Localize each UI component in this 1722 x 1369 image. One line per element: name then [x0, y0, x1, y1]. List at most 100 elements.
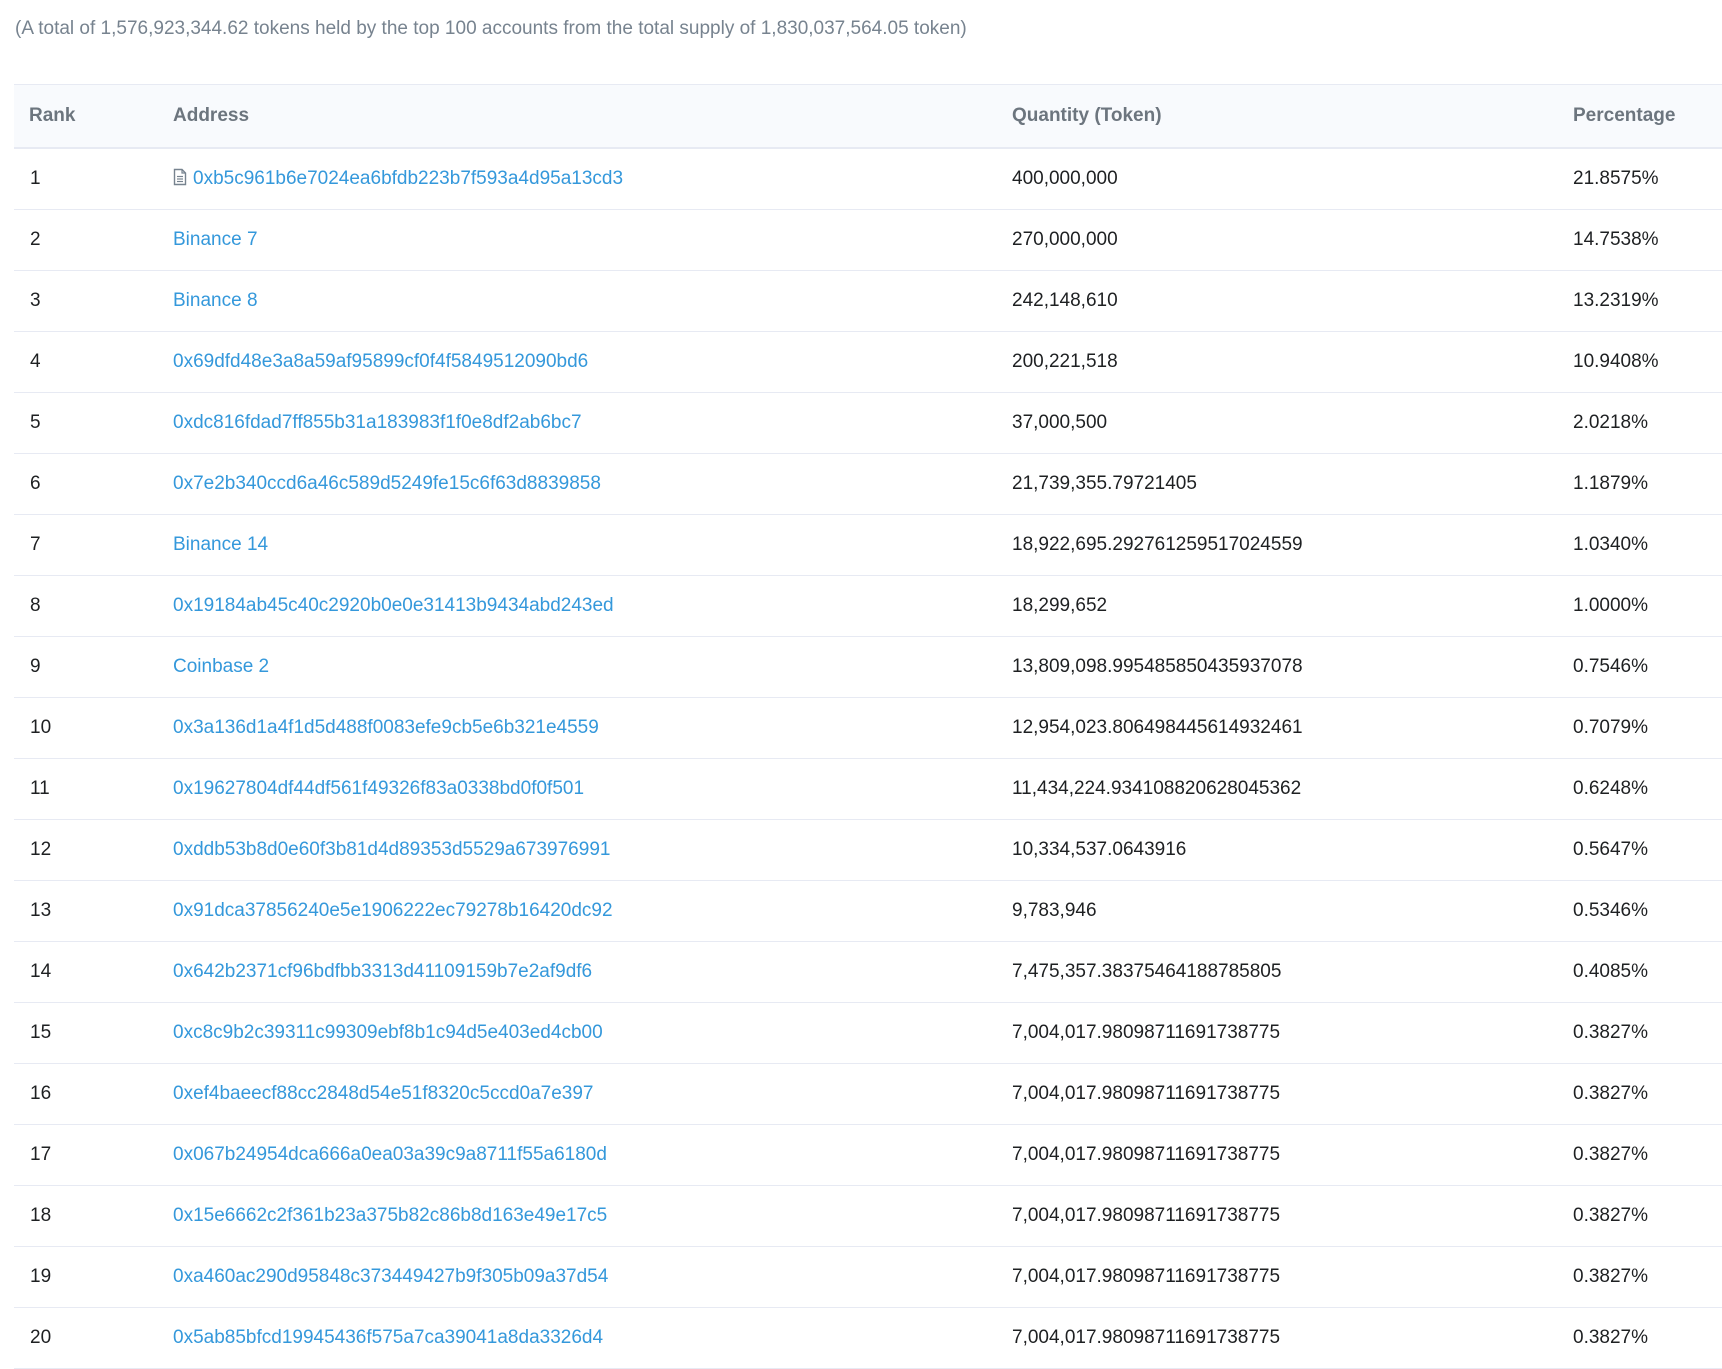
table-header-row: Rank Address Quantity (Token) Percentage: [14, 84, 1722, 148]
address-cell: 0xef4baeecf88cc2848d54e51f8320c5ccd0a7e3…: [173, 1064, 1012, 1125]
address-cell: 0x642b2371cf96bdfbb3313d41109159b7e2af9d…: [173, 942, 1012, 1003]
table-row: 20 0x5ab85bfcd19945436f575a7ca39041a8da33…: [14, 1308, 1722, 1369]
address-link[interactable]: Coinbase 2: [173, 656, 269, 677]
percentage-cell: 0.3827%: [1573, 1083, 1649, 1104]
contract-file-icon: [173, 168, 187, 186]
percentage-cell: 1.0000%: [1573, 595, 1649, 616]
address-link[interactable]: 0x7e2b340ccd6a46c589d5249fe15c6f63d88398…: [173, 473, 601, 494]
percentage-cell: 0.7079%: [1573, 717, 1649, 738]
table-row: 10 0x3a136d1a4f1d5d488f0083efe9cb5e6b321e…: [14, 698, 1722, 759]
address-link[interactable]: Binance 14: [173, 534, 268, 555]
quantity-cell: 7,004,017.98098711691738775: [1012, 1022, 1281, 1043]
percentage-cell: 1.1879%: [1573, 473, 1649, 494]
address-link[interactable]: 0x067b24954dca666a0ea03a39c9a8711f55a618…: [173, 1144, 607, 1165]
table-row: 2 Binance 7 270,000,000 14.7538%: [14, 210, 1722, 271]
rank-cell: 14: [30, 961, 52, 982]
table-row: 6 0x7e2b340ccd6a46c589d5249fe15c6f63d8839…: [14, 454, 1722, 515]
rank-cell: 5: [30, 412, 41, 433]
address-link[interactable]: 0xdc816fdad7ff855b31a183983f1f0e8df2ab6b…: [173, 412, 582, 433]
address-link[interactable]: 0xc8c9b2c39311c99309ebf8b1c94d5e403ed4cb…: [173, 1022, 603, 1043]
address-cell: 0x19184ab45c40c2920b0e0e31413b9434abd243…: [173, 576, 1012, 637]
address-cell: 0x7e2b340ccd6a46c589d5249fe15c6f63d88398…: [173, 454, 1012, 515]
table-row: 5 0xdc816fdad7ff855b31a183983f1f0e8df2ab6…: [14, 393, 1722, 454]
quantity-cell: 11,434,224.934108820628045362: [1012, 778, 1302, 799]
column-header-address: Address: [173, 105, 250, 126]
rank-cell: 9: [30, 656, 41, 677]
table-row: 15 0xc8c9b2c39311c99309ebf8b1c94d5e403ed4…: [14, 1003, 1722, 1064]
token-holders-table: Rank Address Quantity (Token) Percentage…: [14, 84, 1722, 1369]
rank-cell: 18: [30, 1205, 52, 1226]
address-link[interactable]: Binance 7: [173, 229, 258, 250]
percentage-cell: 2.0218%: [1573, 412, 1649, 433]
percentage-cell: 0.3827%: [1573, 1205, 1649, 1226]
address-link[interactable]: 0x3a136d1a4f1d5d488f0083efe9cb5e6b321e45…: [173, 717, 599, 738]
quantity-cell: 200,221,518: [1012, 351, 1118, 372]
address-link[interactable]: 0xef4baeecf88cc2848d54e51f8320c5ccd0a7e3…: [173, 1083, 593, 1104]
quantity-cell: 13,809,098.995485850435937078: [1012, 656, 1303, 677]
address-link[interactable]: 0xddb53b8d0e60f3b81d4d89353d5529a6739769…: [173, 839, 610, 860]
address-link[interactable]: 0x91dca37856240e5e1906222ec79278b16420dc…: [173, 900, 613, 921]
percentage-cell: 21.8575%: [1573, 168, 1659, 189]
percentage-cell: 10.9408%: [1573, 351, 1659, 372]
quantity-cell: 7,004,017.98098711691738775: [1012, 1083, 1281, 1104]
table-row: 18 0x15e6662c2f361b23a375b82c86b8d163e49e…: [14, 1186, 1722, 1247]
address-link[interactable]: 0xb5c961b6e7024ea6bfdb223b7f593a4d95a13c…: [193, 168, 623, 189]
quantity-cell: 9,783,946: [1012, 900, 1097, 921]
table-row: 1 0xb5c961b6e7024ea6bfdb223b7f593a4d95a13…: [14, 148, 1722, 210]
address-link[interactable]: 0x19627804df44df561f49326f83a0338bd0f0f5…: [173, 778, 584, 799]
table-body: 1 0xb5c961b6e7024ea6bfdb223b7f593a4d95a13…: [14, 148, 1722, 1369]
address-link[interactable]: 0xa460ac290d95848c373449427b9f305b09a37d…: [173, 1266, 608, 1287]
address-cell: 0x5ab85bfcd19945436f575a7ca39041a8da3326…: [173, 1308, 1012, 1369]
percentage-cell: 14.7538%: [1573, 229, 1659, 250]
table-row: 3 Binance 8 242,148,610 13.2319%: [14, 271, 1722, 332]
percentage-cell: 0.7546%: [1573, 656, 1649, 677]
percentage-cell: 0.3827%: [1573, 1327, 1649, 1348]
table-row: 19 0xa460ac290d95848c373449427b9f305b09a3…: [14, 1247, 1722, 1308]
percentage-cell: 0.6248%: [1573, 778, 1649, 799]
address-cell: Binance 14: [173, 515, 1012, 576]
table-row: 7 Binance 14 18,922,695.292761259517024559…: [14, 515, 1722, 576]
address-cell: 0x69dfd48e3a8a59af95899cf0f4f5849512090b…: [173, 332, 1012, 393]
address-cell: 0x3a136d1a4f1d5d488f0083efe9cb5e6b321e45…: [173, 698, 1012, 759]
quantity-cell: 18,922,695.292761259517024559: [1012, 534, 1303, 555]
quantity-cell: 10,334,537.0643916: [1012, 839, 1187, 860]
address-cell: 0xddb53b8d0e60f3b81d4d89353d5529a6739769…: [173, 820, 1012, 881]
address-link[interactable]: Binance 8: [173, 290, 258, 311]
quantity-cell: 21,739,355.79721405: [1012, 473, 1197, 494]
quantity-cell: 7,004,017.98098711691738775: [1012, 1205, 1281, 1226]
percentage-cell: 0.5346%: [1573, 900, 1649, 921]
table-row: 12 0xddb53b8d0e60f3b81d4d89353d5529a67397…: [14, 820, 1722, 881]
table-row: 4 0x69dfd48e3a8a59af95899cf0f4f5849512090…: [14, 332, 1722, 393]
percentage-cell: 0.4085%: [1573, 961, 1649, 982]
rank-cell: 7: [30, 534, 41, 555]
address-link[interactable]: 0x15e6662c2f361b23a375b82c86b8d163e49e17…: [173, 1205, 607, 1226]
address-link[interactable]: 0x5ab85bfcd19945436f575a7ca39041a8da3326…: [173, 1327, 603, 1348]
address-cell: 0x067b24954dca666a0ea03a39c9a8711f55a618…: [173, 1125, 1012, 1186]
percentage-cell: 0.5647%: [1573, 839, 1649, 860]
quantity-cell: 270,000,000: [1012, 229, 1118, 250]
address-cell: 0x19627804df44df561f49326f83a0338bd0f0f5…: [173, 759, 1012, 820]
address-link[interactable]: 0x642b2371cf96bdfbb3313d41109159b7e2af9d…: [173, 961, 592, 982]
address-link[interactable]: 0x19184ab45c40c2920b0e0e31413b9434abd243…: [173, 595, 614, 616]
quantity-cell: 7,004,017.98098711691738775: [1012, 1327, 1281, 1348]
address-link[interactable]: 0x69dfd48e3a8a59af95899cf0f4f5849512090b…: [173, 351, 588, 372]
percentage-cell: 0.3827%: [1573, 1144, 1649, 1165]
rank-cell: 10: [30, 717, 52, 738]
address-cell: 0xc8c9b2c39311c99309ebf8b1c94d5e403ed4cb…: [173, 1003, 1012, 1064]
rank-cell: 11: [30, 778, 50, 799]
token-holders-table-container: Rank Address Quantity (Token) Percentage…: [14, 84, 1722, 1369]
rank-cell: 4: [30, 351, 41, 372]
percentage-cell: 1.0340%: [1573, 534, 1649, 555]
address-cell: 0xa460ac290d95848c373449427b9f305b09a37d…: [173, 1247, 1012, 1308]
rank-cell: 3: [30, 290, 41, 311]
quantity-cell: 12,954,023.806498445614932461: [1012, 717, 1303, 738]
address-cell: 0xb5c961b6e7024ea6bfdb223b7f593a4d95a13c…: [173, 148, 1012, 210]
address-cell: 0x15e6662c2f361b23a375b82c86b8d163e49e17…: [173, 1186, 1012, 1247]
rank-cell: 17: [30, 1144, 52, 1165]
rank-cell: 1: [30, 168, 41, 189]
table-row: 13 0x91dca37856240e5e1906222ec79278b16420…: [14, 881, 1722, 942]
table-row: 17 0x067b24954dca666a0ea03a39c9a8711f55a6…: [14, 1125, 1722, 1186]
quantity-cell: 7,475,357.38375464188785805: [1012, 961, 1282, 982]
address-cell: 0x91dca37856240e5e1906222ec79278b16420dc…: [173, 881, 1012, 942]
rank-cell: 6: [30, 473, 41, 494]
